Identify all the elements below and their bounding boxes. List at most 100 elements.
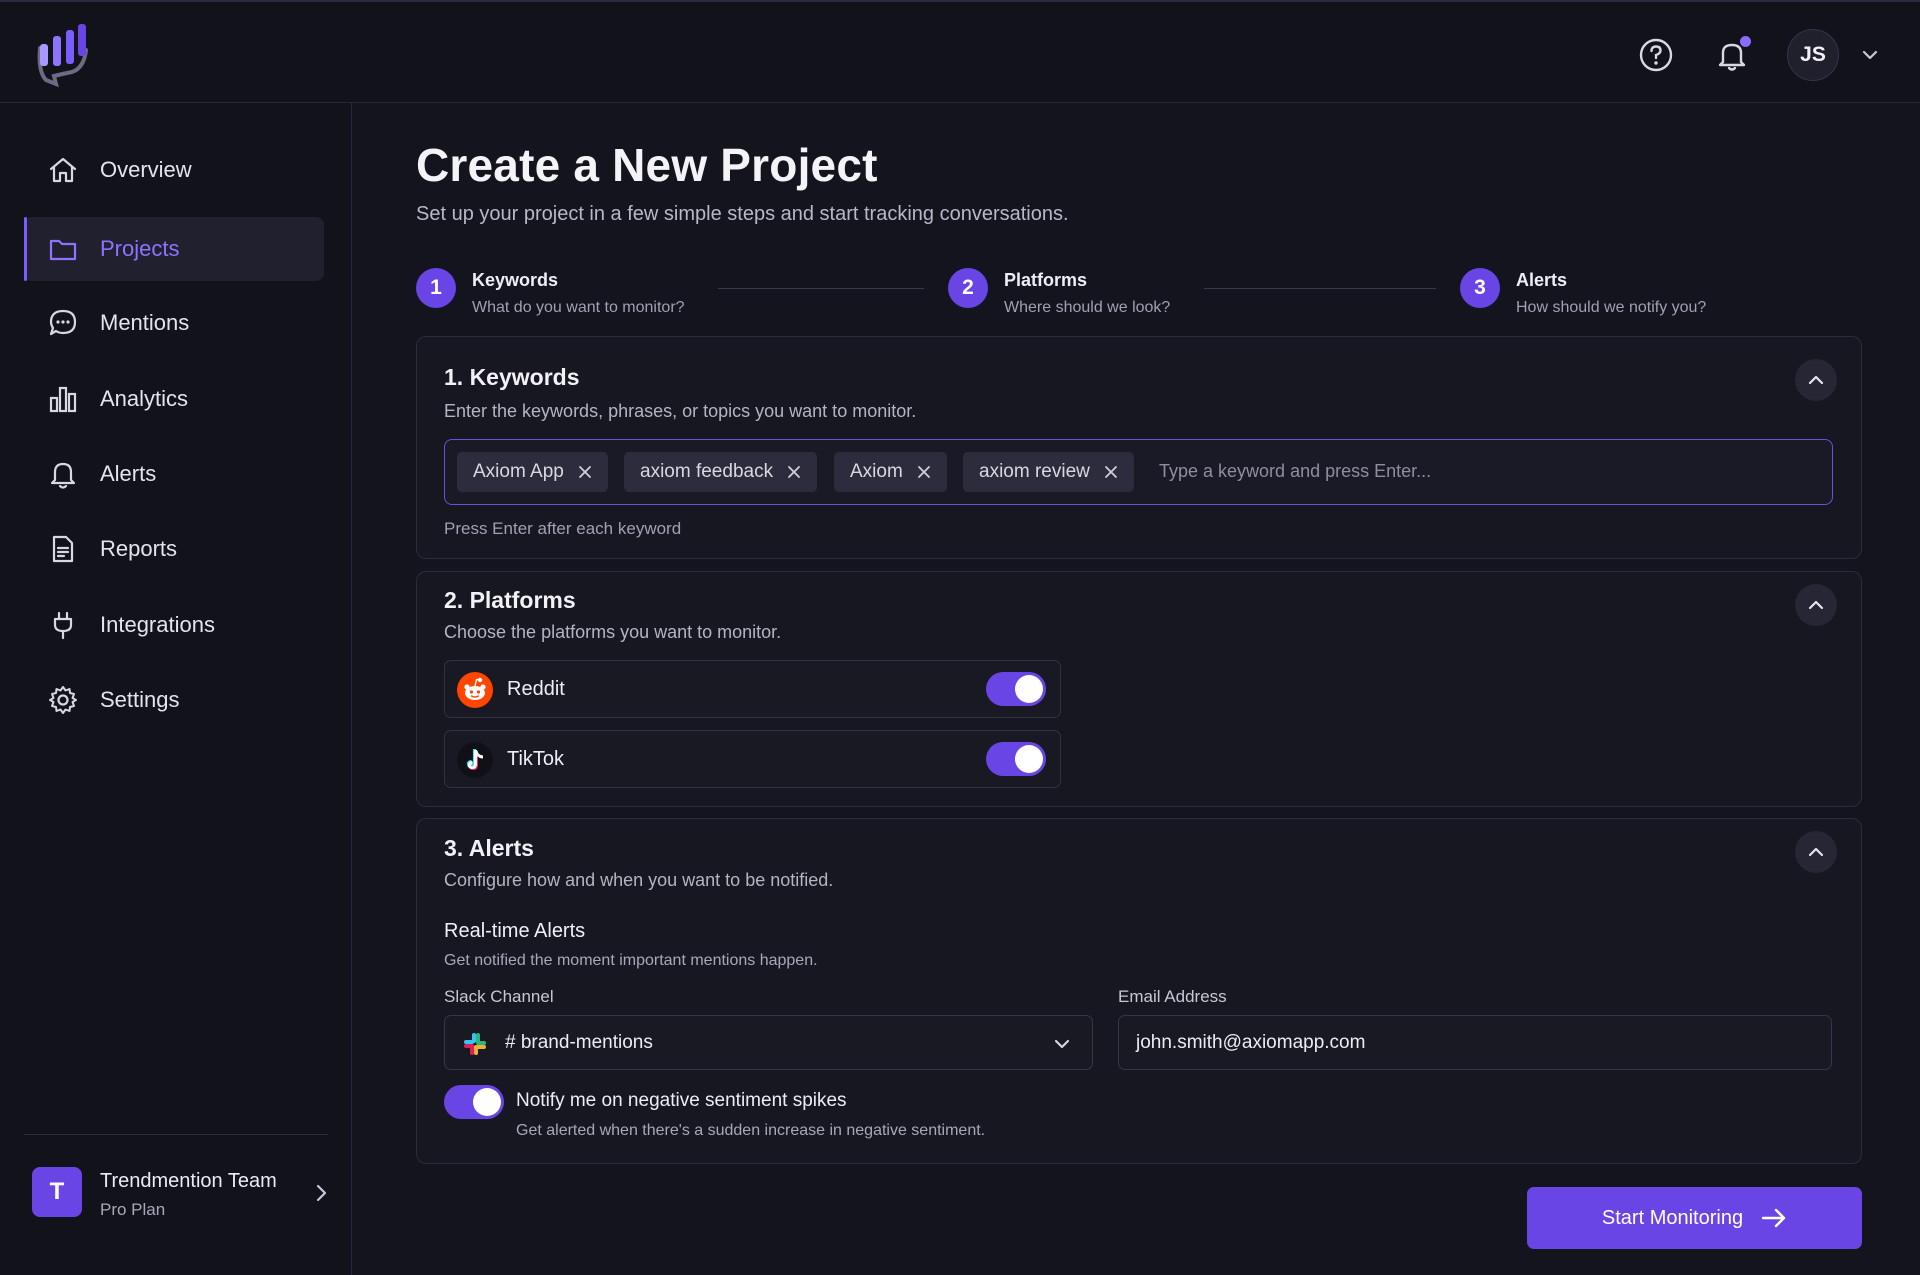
email-address-label: Email Address [1118, 987, 1227, 1006]
sidebar: Overview Projects Mentions Analytics Ale… [0, 103, 352, 1275]
keyword-chip: axiom feedback [624, 452, 818, 492]
sidebar-item-alerts[interactable]: Alerts [24, 442, 324, 506]
platform-row-reddit[interactable]: Reddit [444, 660, 1061, 718]
keyword-chip: Axiom [834, 452, 947, 492]
chevron-right-icon [312, 1181, 330, 1210]
platforms-title: 2. Platforms [444, 587, 576, 613]
chevron-up-icon [1808, 847, 1824, 857]
sidebar-item-projects[interactable]: Projects [24, 217, 324, 281]
step-platforms[interactable]: 2 Platforms Where should we look? [948, 268, 1170, 317]
step-title: Alerts [1516, 270, 1568, 290]
slack-channel-label: Slack Channel [444, 987, 554, 1006]
sidebar-item-label: Alerts [100, 461, 157, 486]
chat-icon [46, 306, 80, 340]
step-connector [1204, 288, 1436, 289]
chevron-down-icon[interactable] [1848, 33, 1892, 77]
sidebar-item-label: Projects [100, 236, 180, 261]
sidebar-item-overview[interactable]: Overview [24, 138, 324, 202]
home-icon [46, 153, 80, 187]
collapse-platforms-button[interactable] [1795, 584, 1837, 626]
sidebar-item-label: Analytics [100, 386, 189, 411]
tiktok-icon [457, 742, 493, 778]
slack-icon [464, 1033, 486, 1055]
document-icon [46, 532, 80, 566]
slack-channel-select[interactable]: # brand-mentions [444, 1015, 1093, 1070]
notification-dot [1740, 36, 1751, 47]
step-desc: What do you want to monitor? [472, 299, 685, 316]
step-number: 2 [948, 268, 988, 308]
step-number: 1 [416, 268, 456, 308]
sentiment-spike-desc: Get alerted when there's a sudden increa… [516, 1122, 986, 1139]
app-logo[interactable] [32, 20, 92, 90]
sentiment-spike-toggle[interactable] [444, 1085, 504, 1119]
top-bar: JS [0, 0, 1920, 103]
remove-keyword-icon[interactable] [578, 465, 592, 479]
arrow-right-icon [1761, 1207, 1787, 1229]
chevron-down-icon [1054, 1039, 1070, 1049]
start-monitoring-label: Start Monitoring [1601, 1206, 1744, 1229]
sidebar-item-analytics[interactable]: Analytics [24, 367, 324, 431]
sidebar-item-label: Reports [100, 536, 178, 561]
step-keywords[interactable]: 1 Keywords What do you want to monitor? [416, 268, 685, 317]
folder-icon [46, 232, 80, 266]
team-avatar: T [32, 1167, 82, 1217]
keywords-desc: Enter the keywords, phrases, or topics y… [444, 401, 917, 421]
keyword-chip-label: Axiom [850, 461, 903, 482]
keyword-input-box[interactable]: Axiom App axiom feedback Axiom axiom rev… [444, 439, 1833, 505]
email-address-value: john.smith@axiomapp.com [1136, 1032, 1366, 1053]
keyword-chip-label: Axiom App [473, 461, 564, 482]
sidebar-item-mentions[interactable]: Mentions [24, 291, 324, 355]
sentiment-spike-title: Notify me on negative sentiment spikes [516, 1090, 847, 1111]
keyword-input-placeholder[interactable]: Type a keyword and press Enter... [1159, 461, 1431, 482]
alerts-desc: Configure how and when you want to be no… [444, 870, 834, 890]
sidebar-item-integrations[interactable]: Integrations [24, 593, 324, 657]
step-title: Platforms [1004, 270, 1088, 290]
platforms-card: 2. Platforms Choose the platforms you wa… [416, 571, 1862, 807]
collapse-keywords-button[interactable] [1795, 359, 1837, 401]
chevron-up-icon [1808, 375, 1824, 385]
keyword-hint: Press Enter after each keyword [444, 519, 682, 538]
keyword-chip-label: axiom review [979, 461, 1090, 482]
alerts-card: 3. Alerts Configure how and when you wan… [416, 818, 1862, 1164]
reddit-icon [457, 672, 493, 708]
remove-keyword-icon[interactable] [787, 465, 801, 479]
step-number: 3 [1460, 268, 1500, 308]
user-avatar[interactable]: JS [1787, 29, 1839, 81]
sidebar-item-settings[interactable]: Settings [24, 668, 324, 732]
sidebar-item-reports[interactable]: Reports [24, 517, 324, 581]
email-address-field[interactable]: john.smith@axiomapp.com [1118, 1015, 1832, 1070]
remove-keyword-icon[interactable] [1104, 465, 1118, 479]
team-plan: Pro Plan [100, 1200, 166, 1219]
sidebar-item-label: Mentions [100, 310, 190, 335]
start-monitoring-button[interactable]: Start Monitoring [1527, 1187, 1862, 1249]
collapse-alerts-button[interactable] [1795, 831, 1837, 873]
platform-row-tiktok[interactable]: TikTok [444, 730, 1061, 788]
platform-name: Reddit [507, 678, 565, 700]
reddit-toggle[interactable] [986, 672, 1046, 706]
sidebar-item-label: Overview [100, 157, 192, 182]
remove-keyword-icon[interactable] [917, 465, 931, 479]
chevron-up-icon [1808, 600, 1824, 610]
help-icon[interactable] [1634, 33, 1678, 77]
gear-icon [46, 683, 80, 717]
realtime-alerts-desc: Get notified the moment important mentio… [444, 952, 818, 969]
step-desc: How should we notify you? [1516, 299, 1707, 316]
keywords-title: 1. Keywords [444, 364, 580, 390]
bar-chart-icon [46, 382, 80, 416]
realtime-alerts-title: Real-time Alerts [444, 920, 586, 942]
page-subtitle: Set up your project in a few simple step… [416, 203, 1069, 225]
page-title: Create a New Project [416, 139, 878, 191]
step-alerts[interactable]: 3 Alerts How should we notify you? [1460, 268, 1706, 317]
alerts-title: 3. Alerts [444, 835, 534, 861]
keywords-card: 1. Keywords Enter the keywords, phrases,… [416, 336, 1862, 559]
keyword-chip: Axiom App [457, 452, 608, 492]
tiktok-toggle[interactable] [986, 742, 1046, 776]
sidebar-divider [24, 1134, 328, 1135]
step-title: Keywords [472, 270, 559, 290]
slack-channel-value: # brand-mentions [505, 1032, 653, 1053]
sidebar-item-label: Settings [100, 687, 180, 712]
step-desc: Where should we look? [1004, 299, 1171, 316]
keyword-chip-label: axiom feedback [640, 461, 774, 482]
team-name: Trendmention Team [100, 1170, 277, 1192]
keyword-chip: axiom review [963, 452, 1134, 492]
